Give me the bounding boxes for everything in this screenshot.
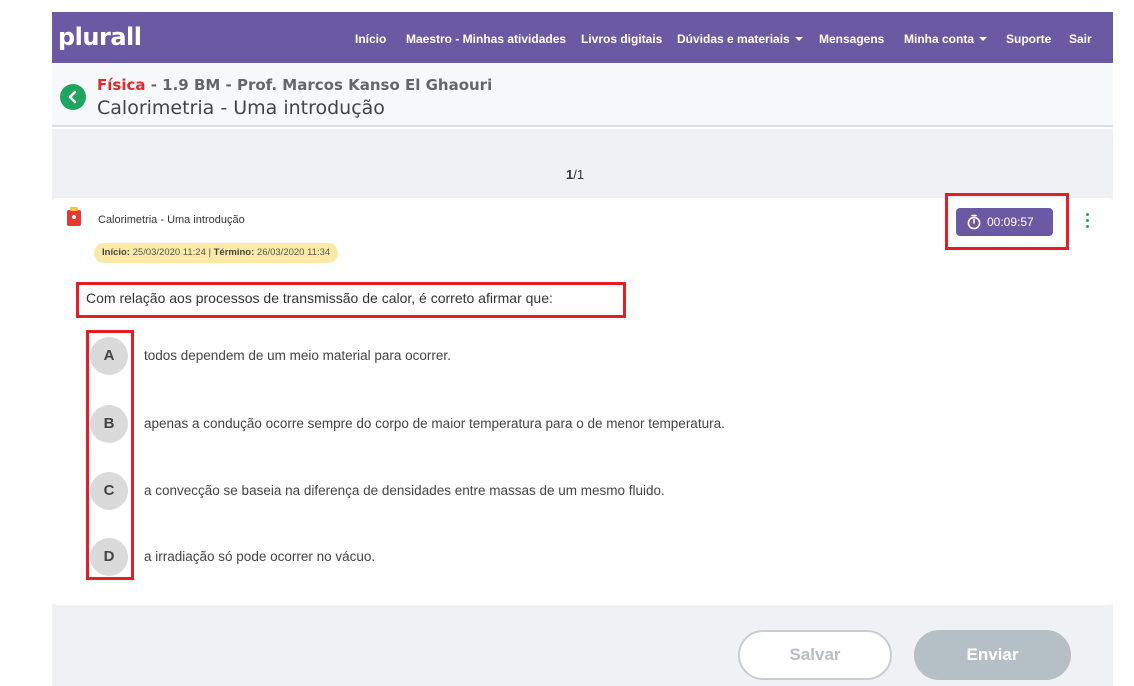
more-options-icon[interactable] xyxy=(1083,212,1093,230)
option-a-text[interactable]: todos dependem de um meio material para … xyxy=(144,348,451,363)
course-info: Física - 1.9 BM - Prof. Marcos Kanso El … xyxy=(97,76,492,94)
option-b-text[interactable]: apenas a condução ocorre sempre do corpo… xyxy=(144,416,725,431)
option-b-letter[interactable]: B xyxy=(90,405,128,443)
timer-value: 00:09:57 xyxy=(987,215,1034,229)
chevron-down-icon xyxy=(794,37,803,41)
start-label: Início: xyxy=(102,247,130,258)
save-button[interactable]: Salvar xyxy=(738,630,892,680)
back-button[interactable] xyxy=(60,84,86,110)
start-value: 25/03/2020 11:24 | xyxy=(129,247,214,258)
option-d-text[interactable]: a irradiação só pode ocorrer no vácuo. xyxy=(144,549,375,564)
question-pager: 1/1 xyxy=(566,167,584,182)
question-text: Com relação aos processos de transmissão… xyxy=(86,290,553,306)
course-details: - 1.9 BM - Prof. Marcos Kanso El Ghaouri xyxy=(145,76,493,94)
nav-livros-digitais-label: Livros digitais xyxy=(581,32,663,46)
plurall-logo[interactable]: plurall xyxy=(58,23,142,51)
subject-name: Física xyxy=(97,76,146,94)
stopwatch-icon xyxy=(967,214,981,230)
page-title: Calorimetria - Uma introdução xyxy=(97,97,385,119)
stopwatch-document-icon xyxy=(67,207,81,226)
option-c-letter[interactable]: C xyxy=(90,472,128,510)
nav-minha-conta[interactable]: Minha conta xyxy=(904,32,988,46)
nav-inicio[interactable]: Início xyxy=(355,32,386,46)
pager-total: /1 xyxy=(573,167,585,182)
activity-title: Calorimetria - Uma introdução xyxy=(98,214,245,226)
nav-minha-conta-label: Minha conta xyxy=(904,32,975,46)
send-button[interactable]: Enviar xyxy=(914,630,1071,680)
nav-maestro-atividades[interactable]: Maestro - Minhas atividades xyxy=(406,32,566,46)
option-a-letter[interactable]: A xyxy=(90,337,128,375)
nav-sair[interactable]: Sair xyxy=(1069,32,1092,46)
chevron-down-icon xyxy=(979,37,988,41)
chevron-left-icon xyxy=(68,90,77,104)
date-range-badge: Início: 25/03/2020 11:24 | Término: 26/0… xyxy=(94,243,339,263)
option-d-letter[interactable]: D xyxy=(90,538,128,576)
top-navbar: plurall Início Maestro - Minhas atividad… xyxy=(52,12,1113,63)
end-value: 26/03/2020 11:34 xyxy=(254,247,331,258)
option-c-text[interactable]: a convecção se baseia na diferença de de… xyxy=(144,483,665,498)
timer-button[interactable]: 00:09:57 xyxy=(956,208,1053,236)
nav-mensagens[interactable]: Mensagens xyxy=(819,32,884,46)
nav-livros-digitais[interactable]: Livros digitais xyxy=(581,32,662,46)
nav-suporte[interactable]: Suporte xyxy=(1006,32,1051,46)
nav-duvidas-materiais[interactable]: Dúvidas e materiais xyxy=(677,32,803,46)
nav-duvidas-materiais-label: Dúvidas e materiais xyxy=(677,32,790,46)
end-label: Término: xyxy=(213,247,255,258)
